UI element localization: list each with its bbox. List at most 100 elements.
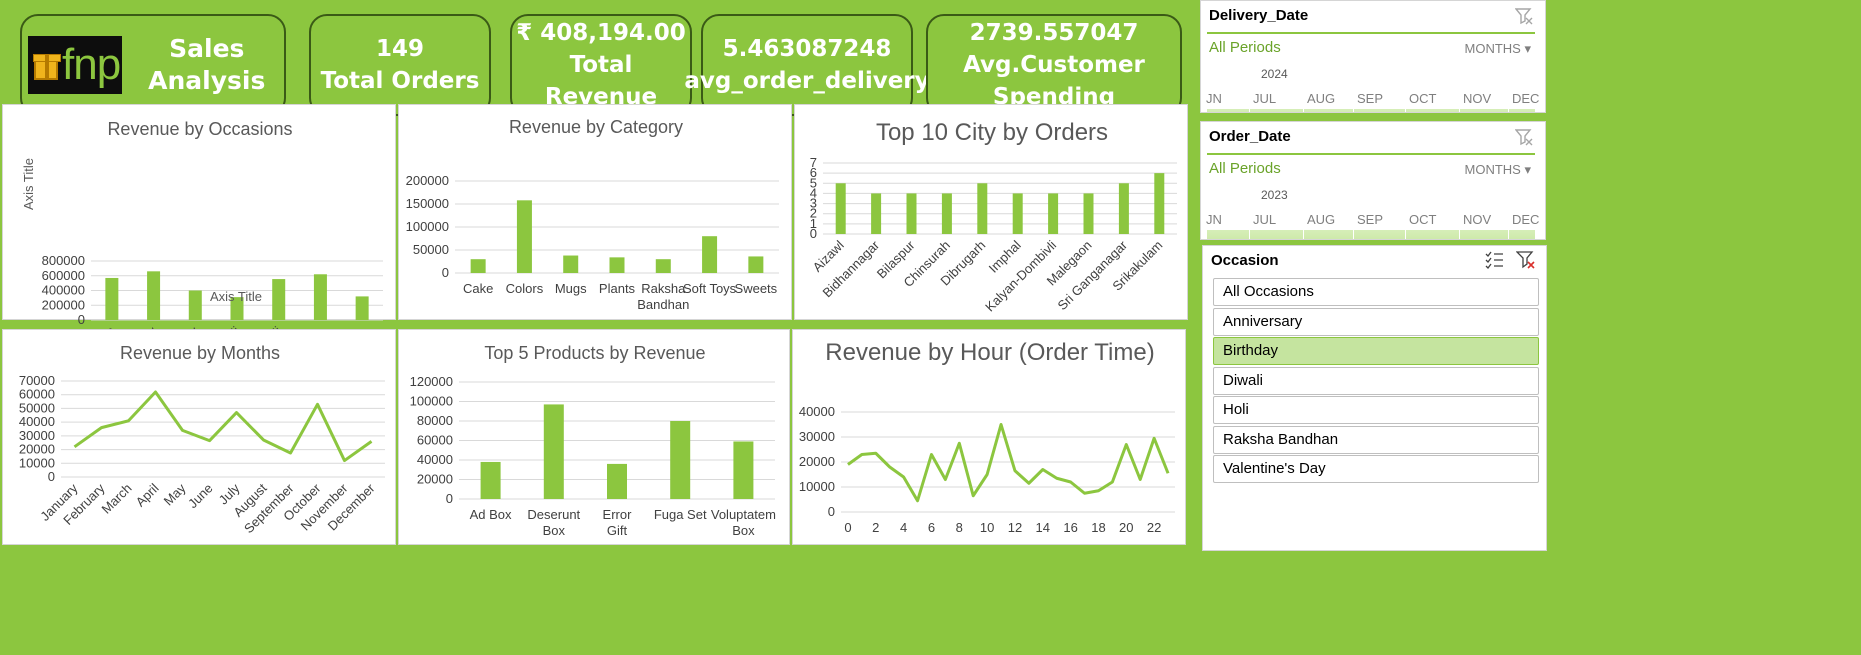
bar — [1048, 193, 1059, 234]
occasion-item[interactable]: Valentine's Day — [1213, 455, 1539, 483]
order-date-slicer[interactable]: Order_Date All Periods MONTHS ▾ 2023 JN J… — [1200, 121, 1546, 240]
kpi-total-orders-value: 149 — [375, 36, 424, 62]
bar — [835, 183, 846, 234]
chart-revenue-by-category[interactable]: 0 50000 100000 150000 200000 Revenue by Categ… — [398, 104, 792, 320]
x-tick-label: Error — [603, 507, 633, 522]
chart-revenue-by-occasions[interactable]: 0 200000 400000 600000 800000 Revenue by Occa… — [2, 104, 396, 390]
bar — [272, 279, 286, 320]
bar — [480, 461, 501, 499]
timeline-month-label[interactable]: DEC — [1512, 91, 1539, 106]
timeline-month-label[interactable]: DEC — [1512, 212, 1539, 227]
timeline-year: 2023 — [1261, 188, 1288, 202]
clear-filter-icon[interactable] — [1515, 128, 1533, 146]
x-tick-label: 4 — [900, 520, 907, 535]
x-tick-label: Deserunt — [527, 507, 580, 522]
chart-top-10-city-by-orders[interactable]: 0 1 2 3 4 5 6 7 Top 10 City by Orders Aizawl Bidha… — [794, 104, 1188, 320]
kpi-avg-order-delivery: 5.463087248 avg_order_delivery — [684, 14, 930, 116]
slicer-divider — [1207, 153, 1535, 155]
bar — [702, 236, 718, 273]
x-tick-label: 16 — [1063, 520, 1077, 535]
bar — [470, 259, 486, 273]
chart-revenue-by-hour[interactable]: 0 10000 20000 30000 40000 Revenue by Hour (Or… — [792, 329, 1186, 545]
timeline-divider — [1405, 109, 1406, 112]
occasion-item[interactable]: Diwali — [1213, 366, 1539, 395]
slicer-divider — [1207, 32, 1535, 34]
timeline-divider — [1249, 230, 1250, 239]
chart-top-5-products[interactable]: 0 20000 40000 60000 80000 100000 120000 Top 5 P… — [398, 329, 790, 545]
occasion-slicer[interactable]: Occasion All Occasions Anniversary Birthda… — [1202, 245, 1547, 551]
occasion-item[interactable]: Anniversary — [1213, 307, 1539, 336]
bar — [609, 257, 625, 273]
bar — [871, 193, 882, 234]
timeline-selection-bar[interactable] — [1207, 230, 1535, 239]
kpi-avg-customer-spending-value: 2739.557047 — [969, 20, 1139, 46]
bar — [1012, 193, 1023, 234]
y-tick-label: 40000 — [417, 452, 453, 467]
y-tick-label: 120000 — [410, 374, 453, 389]
timeline-divider — [1405, 230, 1406, 239]
x-tick-label: Fuga Set — [654, 507, 707, 522]
delivery-date-slicer[interactable]: Delivery_Date All Periods MONTHS ▾ 2024 … — [1200, 0, 1546, 113]
bar — [1118, 183, 1129, 234]
brand-card: fnp Sales Analysis — [20, 14, 286, 116]
time-level-dropdown[interactable]: MONTHS ▾ — [1465, 162, 1532, 178]
occasion-item[interactable]: Holi — [1213, 396, 1539, 424]
all-periods-label: All Periods — [1209, 160, 1281, 177]
y-tick-label: 30000 — [19, 428, 55, 443]
fnp-logo: fnp — [28, 36, 122, 94]
timeline-month-label[interactable]: NOV — [1463, 91, 1491, 106]
timeline-month-label[interactable]: NOV — [1463, 212, 1491, 227]
timeline-month-label[interactable]: JUL — [1253, 91, 1276, 106]
timeline-month-label[interactable]: JN — [1206, 91, 1222, 106]
occasion-item[interactable]: Birthday — [1213, 337, 1539, 365]
x-tick-label: Soft Toys — [683, 281, 737, 296]
chart-title: Revenue by Occasions — [107, 119, 292, 139]
timeline-month-label[interactable]: AUG — [1307, 212, 1335, 227]
x-tick-label: Plants — [599, 281, 636, 296]
brand-name: fnp — [62, 40, 121, 89]
x-tick-label: May — [161, 480, 189, 508]
time-level-value: MONTHS — [1464, 162, 1521, 177]
clear-filter-icon[interactable] — [1516, 250, 1536, 270]
kpi-total-revenue-value: ₹ 408,194.00 — [516, 20, 686, 46]
chart-revenue-by-months[interactable]: 0 10000 20000 30000 40000 50000 60000 70000 Reve… — [2, 329, 396, 545]
clear-filter-icon[interactable] — [1515, 7, 1533, 25]
timeline-month-label[interactable]: OCT — [1409, 91, 1436, 106]
y-tick-label: 10000 — [19, 455, 55, 470]
y-tick-label: 20000 — [417, 472, 453, 487]
y-tick-label: 0 — [446, 491, 453, 506]
x-tick-label: 18 — [1091, 520, 1105, 535]
y-tick-label: 10000 — [799, 479, 835, 494]
x-tick-label: Ad Box — [470, 507, 512, 522]
series-line — [73, 390, 373, 463]
timeline-month-label[interactable]: SEP — [1357, 91, 1383, 106]
x-tick-label: 8 — [956, 520, 963, 535]
timeline-month-label[interactable]: SEP — [1357, 212, 1383, 227]
timeline-divider — [1249, 109, 1250, 112]
y-tick-label: 80000 — [417, 413, 453, 428]
timeline-months: JN JUL AUG SEP OCT NOV DEC — [1201, 91, 1545, 107]
y-tick-label: 100000 — [410, 394, 453, 409]
timeline-month-label[interactable]: OCT — [1409, 212, 1436, 227]
kpi-total-orders-label: Total Orders — [320, 68, 480, 94]
x-tick-label: Box — [543, 523, 566, 538]
x-tick-label: Mugs — [555, 281, 587, 296]
timeline-month-label[interactable]: JUL — [1253, 212, 1276, 227]
timeline-month-label[interactable]: JN — [1206, 212, 1222, 227]
y-tick-label: 0 — [78, 312, 85, 327]
y-tick-label: 200000 — [42, 297, 85, 312]
timeline-divider — [1459, 230, 1460, 239]
timeline-month-label[interactable]: AUG — [1307, 91, 1335, 106]
timeline-selection-bar[interactable] — [1207, 109, 1535, 112]
x-tick-label: Sweets — [735, 281, 778, 296]
occasion-item[interactable]: Raksha Bandhan — [1213, 425, 1539, 454]
bar — [748, 256, 764, 273]
gift-icon — [33, 54, 61, 80]
x-tick-label: Voluptatem — [711, 507, 776, 522]
x-tick-label: 10 — [980, 520, 994, 535]
time-level-dropdown[interactable]: MONTHS ▾ — [1465, 41, 1532, 57]
bar — [516, 200, 532, 273]
occasion-item[interactable]: All Occasions — [1213, 278, 1539, 306]
multi-select-icon[interactable] — [1484, 250, 1504, 270]
timeline-divider — [1508, 109, 1509, 112]
